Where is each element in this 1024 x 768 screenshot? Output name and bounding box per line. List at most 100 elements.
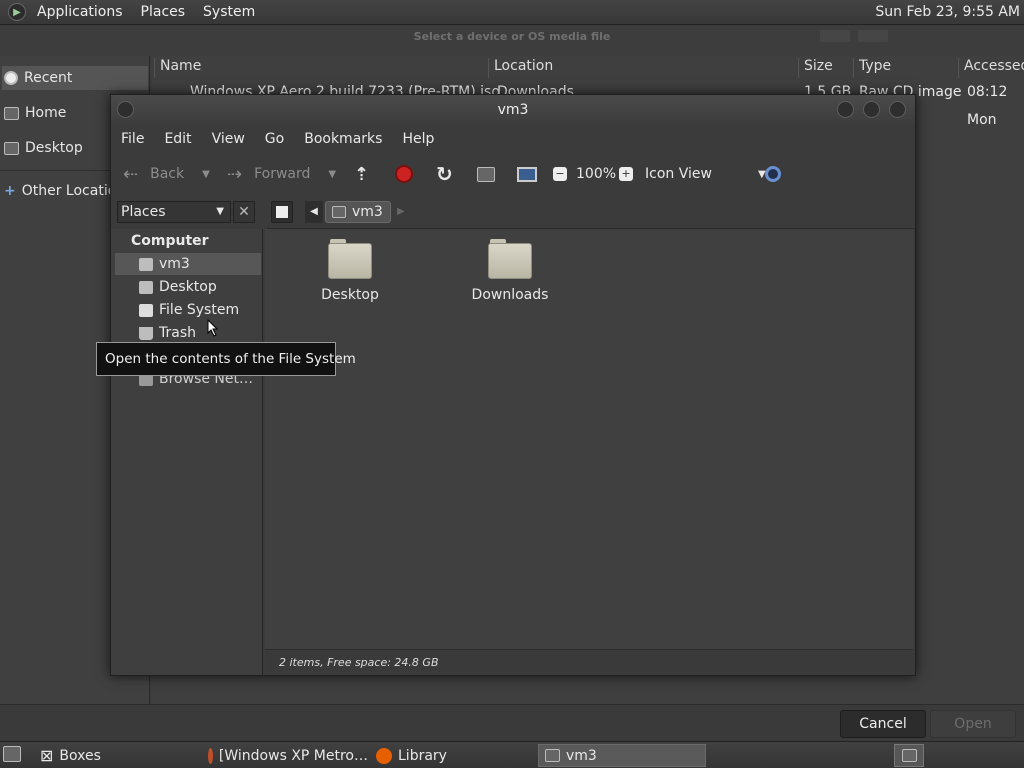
task-windows-xp-metro[interactable]: [Windows XP Metro… [202, 744, 368, 767]
close-button[interactable] [889, 101, 906, 118]
sidebar-item-recent[interactable]: Recent [2, 66, 148, 90]
icon-view: Desktop Downloads [265, 229, 913, 649]
folder-icon [328, 239, 372, 279]
up-button[interactable]: ⇡ [354, 153, 369, 195]
sidebar-item-home[interactable]: Home [4, 101, 66, 125]
sidebar-item-desktop[interactable]: Desktop [4, 136, 83, 160]
task-library[interactable]: Library [370, 744, 536, 767]
place-label: Trash [159, 325, 196, 341]
home-button[interactable] [477, 153, 495, 195]
zoom-in-button[interactable]: + [619, 153, 633, 195]
menu-system[interactable]: System [194, 4, 264, 20]
breadcrumb-label: vm3 [352, 204, 383, 220]
column-header-size[interactable]: Size [798, 58, 853, 78]
clock[interactable]: Sun Feb 23, 9:55 AM [875, 4, 1020, 20]
maximize-button[interactable] [863, 101, 880, 118]
cancel-button[interactable]: Cancel [840, 710, 926, 738]
show-desktop-button[interactable] [3, 746, 21, 766]
chooser-header-button[interactable] [820, 30, 850, 42]
breadcrumb-right-button[interactable]: ▶ [397, 201, 405, 223]
task-boxes[interactable]: ⊠ Boxes [34, 744, 194, 767]
pencil-icon [276, 206, 288, 218]
edit-location-button[interactable] [271, 201, 293, 223]
home-icon [139, 257, 153, 271]
computer-button[interactable] [517, 153, 537, 195]
toolbar: ⇠ Back ▼ ⇢ Forward ▼ ⇡ ↻ − 100% + Icon V… [111, 153, 915, 195]
back-label: Back [150, 166, 185, 182]
place-desktop[interactable]: Desktop [139, 276, 217, 298]
chevron-left-icon: ◀ [310, 206, 318, 217]
chevron-down-icon: ▼ [328, 168, 337, 180]
window-menu-button[interactable] [117, 101, 134, 118]
location-bar: ◀ vm3 ▶ [267, 197, 915, 229]
task-vm3[interactable]: vm3 [538, 744, 706, 767]
search-button[interactable] [765, 153, 781, 195]
plus-icon: + [4, 183, 16, 199]
place-label: vm3 [159, 256, 190, 272]
menu-places[interactable]: Places [132, 4, 195, 20]
places-header: Computer [131, 233, 209, 249]
forward-button[interactable]: ⇢ Forward ▼ [227, 153, 336, 195]
computer-icon [517, 166, 537, 182]
menu-view[interactable]: View [202, 131, 255, 147]
column-header-type[interactable]: Type [853, 58, 958, 78]
window-titlebar[interactable]: vm3 [111, 95, 915, 125]
reload-button[interactable]: ↻ [436, 153, 453, 195]
up-arrow-icon: ⇡ [354, 163, 370, 185]
gnome-logo-icon[interactable]: ▶ [8, 3, 26, 21]
view-mode-label: Icon View [645, 166, 712, 182]
close-sidebar-button[interactable]: ✕ [233, 201, 255, 223]
row-accessed-2: Mon [967, 112, 997, 128]
home-icon [477, 166, 495, 182]
place-trash[interactable]: Trash [139, 322, 196, 344]
back-arrow-icon: ⇠ [123, 163, 139, 185]
home-icon [4, 106, 19, 120]
taskbar: ⊠ Boxes [Windows XP Metro… Library vm3 [0, 741, 1024, 768]
folder-icon [488, 239, 532, 279]
top-panel: ▶ Applications Places System Sun Feb 23,… [0, 0, 1024, 25]
stop-button[interactable] [395, 153, 413, 195]
menu-applications[interactable]: Applications [28, 4, 132, 20]
places-combo[interactable]: Places ▼ [117, 201, 231, 223]
search-icon [765, 166, 781, 182]
chooser-header-button-2[interactable] [858, 30, 888, 42]
column-header-accessed[interactable]: Accessed [958, 58, 1024, 78]
trash-icon [139, 326, 153, 340]
workspace-switcher[interactable] [894, 744, 924, 767]
folder-desktop[interactable]: Desktop [295, 239, 405, 303]
chevron-down-icon: ▼ [216, 206, 224, 217]
column-header-location[interactable]: Location [488, 58, 798, 78]
places-combo-label: Places [121, 204, 166, 220]
column-header-name[interactable]: Name [154, 58, 488, 78]
back-button[interactable]: ⇠ Back ▼ [123, 153, 210, 195]
close-icon: ✕ [238, 204, 250, 220]
view-mode-select[interactable]: Icon View ▼ [645, 153, 766, 195]
menu-file[interactable]: File [111, 131, 154, 147]
workspace-icon [901, 749, 917, 762]
minimize-button[interactable] [837, 101, 854, 118]
menu-go[interactable]: Go [255, 131, 294, 147]
sidebar-item-label: Recent [24, 70, 73, 86]
home-icon [332, 206, 346, 218]
open-button[interactable]: Open [930, 710, 1016, 738]
drive-icon [139, 303, 153, 317]
menu-bookmarks[interactable]: Bookmarks [294, 131, 392, 147]
sidebar-item-label: Desktop [25, 140, 83, 156]
zoom-in-icon: + [619, 167, 633, 181]
firefox-icon [376, 747, 392, 764]
place-vm3[interactable]: vm3 [139, 253, 190, 275]
breadcrumb[interactable]: vm3 [325, 201, 391, 223]
boxes-icon: ⊠ [40, 746, 54, 765]
menu-edit[interactable]: Edit [154, 131, 201, 147]
task-label: Library [398, 747, 447, 764]
folder-downloads[interactable]: Downloads [455, 239, 565, 303]
breadcrumb-left-button[interactable]: ◀ [305, 201, 323, 223]
home-icon [545, 749, 560, 762]
place-file-system[interactable]: File System [139, 299, 239, 321]
menubar: File Edit View Go Bookmarks Help [111, 125, 915, 153]
zoom-out-button[interactable]: − [553, 153, 567, 195]
menu-help[interactable]: Help [392, 131, 444, 147]
zoom-level: 100% [576, 153, 616, 195]
folder-label: Desktop [321, 287, 379, 303]
window-title: vm3 [497, 102, 529, 118]
